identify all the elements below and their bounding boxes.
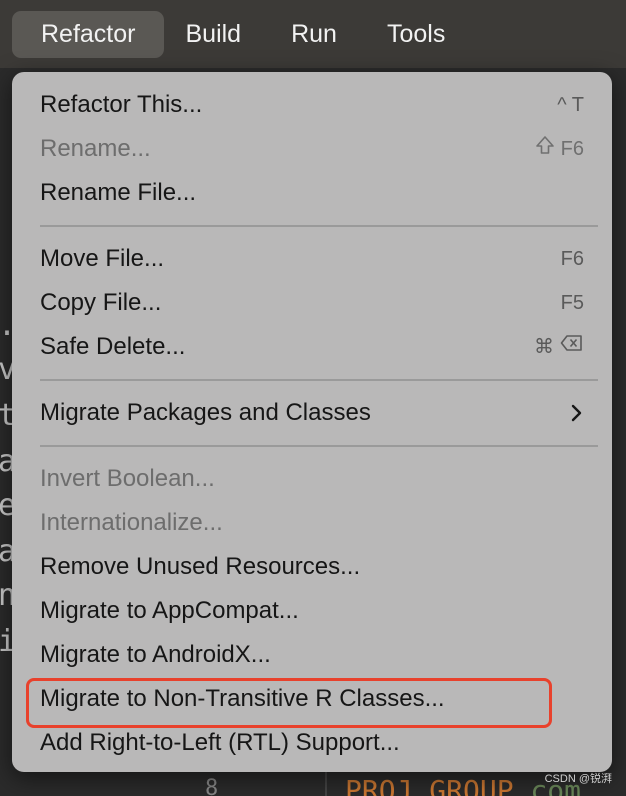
menu-item-label: Internationalize... (40, 509, 223, 536)
watermark: CSDN @锐湃 (544, 773, 612, 785)
code-keyword: PROJ_GROUP (345, 774, 514, 796)
menu-item-rename: Rename... F6 (12, 127, 612, 171)
menu-item-label: Migrate Packages and Classes (40, 399, 371, 426)
menu-separator (40, 225, 598, 227)
menu-separator (40, 379, 598, 381)
menubar-item-refactor[interactable]: Refactor (12, 10, 165, 58)
shortcut: F6 (535, 127, 584, 171)
menu-item-internationalize: Internationalize... (12, 501, 612, 545)
shortcut-label: F6 (560, 138, 584, 160)
refactor-dropdown-menu: Refactor This... ^ T Rename... F6 Rename… (12, 72, 612, 772)
menu-item-label: Rename File... (40, 179, 197, 206)
menubar-item-run[interactable]: Run (262, 11, 366, 58)
shortcut-label: ^ T (557, 94, 584, 116)
menubar-item-build[interactable]: Build (156, 11, 270, 58)
menu-item-label: Add Right-to-Left (RTL) Support... (40, 729, 400, 756)
menu-item-label: Refactor This... (40, 91, 203, 118)
menu-item-add-rtl-support[interactable]: Add Right-to-Left (RTL) Support... (12, 721, 612, 765)
line-number: 8 (205, 776, 219, 796)
command-key-label: ⌘ (534, 336, 554, 358)
shortcut: ⌘ (534, 325, 584, 369)
menu-item-refactor-this[interactable]: Refactor This... ^ T (12, 83, 612, 127)
menu-item-invert-boolean: Invert Boolean... (12, 457, 612, 501)
menu-item-copy-file[interactable]: Copy File... F5 (12, 281, 612, 325)
menu-item-label: Migrate to Non-Transitive R Classes... (40, 685, 445, 712)
menu-item-label: Rename... (40, 135, 151, 162)
menu-item-label: Safe Delete... (40, 333, 186, 360)
menu-item-migrate-appcompat[interactable]: Migrate to AppCompat... (12, 589, 612, 633)
shift-icon (535, 127, 555, 171)
menu-item-label: Copy File... (40, 289, 162, 316)
menu-item-label: Move File... (40, 245, 165, 272)
menu-item-label: Migrate to AndroidX... (40, 641, 271, 668)
menubar-item-tools[interactable]: Tools (358, 11, 474, 58)
menu-item-label: Migrate to AppCompat... (40, 597, 299, 624)
menu-item-migrate-non-transitive-r[interactable]: Migrate to Non-Transitive R Classes... (12, 677, 612, 721)
menu-item-move-file[interactable]: Move File... F6 (12, 237, 612, 281)
menu-item-migrate-packages[interactable]: Migrate Packages and Classes (12, 391, 612, 435)
menu-bar: Refactor Build Run Tools (0, 0, 626, 68)
menu-item-label: Invert Boolean... (40, 465, 215, 492)
chevron-right-icon (570, 403, 584, 423)
shortcut-label: F5 (560, 292, 584, 314)
menu-item-safe-delete[interactable]: Safe Delete... ⌘ (12, 325, 612, 369)
menu-item-rename-file[interactable]: Rename File... (12, 171, 612, 215)
menu-item-label: Remove Unused Resources... (40, 553, 361, 580)
delete-key-icon (560, 325, 584, 369)
screen: . v t a e a n i 8 PROJ_GROUP com Refacto… (0, 0, 626, 796)
menu-item-migrate-androidx[interactable]: Migrate to AndroidX... (12, 633, 612, 677)
menu-separator (40, 445, 598, 447)
menu-item-remove-unused-resources[interactable]: Remove Unused Resources... (12, 545, 612, 589)
shortcut-label: F6 (560, 248, 584, 270)
